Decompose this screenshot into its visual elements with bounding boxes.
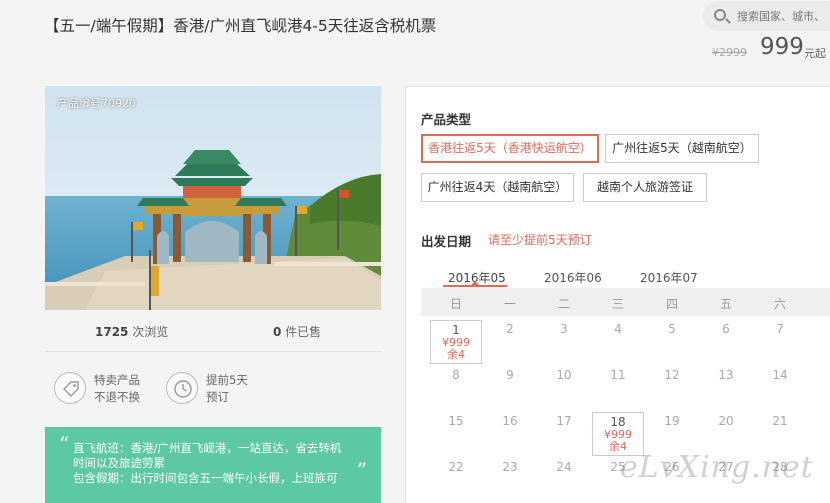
clock-icon — [166, 372, 198, 404]
current-price: 999 — [760, 34, 804, 60]
calendar-day: 4 — [614, 322, 622, 336]
option-gz-4day[interactable]: 广州往返4天（越南航空） — [421, 173, 574, 202]
option-hk-5day[interactable]: 香港往返5天（香港快运航空） — [421, 134, 599, 163]
quote-close-icon: ” — [356, 458, 367, 482]
day-stock: 余4 — [447, 348, 465, 361]
temple-gate-illustration — [45, 86, 381, 310]
option-visa[interactable]: 越南个人旅游签证 — [583, 173, 707, 202]
tag-icon — [54, 372, 86, 404]
search-input[interactable]: 搜索国家、城市、 — [737, 8, 825, 24]
calendar-day: 6 — [722, 322, 730, 336]
view-count-label: 次浏览 — [128, 325, 169, 339]
stats-bar: 1725 次浏览 0 件已售 — [45, 310, 381, 352]
active-month-underline — [443, 285, 507, 287]
calendar-day: 10 — [556, 368, 572, 382]
month-tab-2016-07[interactable]: 2016年07 — [640, 269, 698, 286]
product-summary: 产品编号70920 1725 次浏览 0 件已售 特卖产品 不退不换 提前5天 … — [45, 86, 381, 503]
calendar-day: 3 — [560, 322, 568, 336]
sold-count-label: 件已售 — [281, 325, 322, 339]
weekday-sun: 日 — [449, 297, 462, 311]
feature-line: 特卖产品 — [94, 373, 140, 387]
original-price: ¥2999 — [712, 46, 747, 59]
weekday-fri: 五 — [719, 297, 732, 311]
quote-line: 时间以及旅途劳累 — [73, 456, 165, 470]
calendar-day: 16 — [502, 414, 518, 428]
feature-line: 不退不换 — [94, 390, 140, 404]
weekday-mon: 一 — [503, 297, 516, 311]
calendar-day: 21 — [772, 414, 788, 428]
calendar-day: 22 — [448, 460, 464, 474]
highlight-quote: “ 直飞航班：香港/广州直飞岘港，一站直达，省去转机 时间以及旅途劳累 包含假期… — [45, 427, 381, 503]
calendar-day: 24 — [556, 460, 572, 474]
weekday-thu: 四 — [665, 297, 678, 311]
calendar-day: 20 — [718, 414, 734, 428]
calendar-day: 7 — [776, 322, 784, 336]
calendar-day: 8 — [452, 368, 460, 382]
weekday-tue: 二 — [557, 297, 570, 311]
quote-line: 直飞航班：香港/广州直飞岘港，一站直达，省去转机 — [73, 441, 342, 455]
calendar-weekday-header: 日 一 二 三 四 五 六 — [421, 288, 830, 316]
month-tab-2016-06[interactable]: 2016年06 — [544, 269, 602, 286]
calendar-day-available[interactable]: 1 ¥999 余4 — [430, 320, 482, 364]
option-gz-5day[interactable]: 广州往返5天（越南航空） — [605, 134, 759, 163]
caret-up-icon — [471, 281, 479, 285]
calendar-day: 15 — [448, 414, 464, 428]
calendar-day: 23 — [502, 460, 518, 474]
quote-line: 包含假期：出行时间包含五一端午小长假，上班族可 — [73, 471, 338, 485]
site-watermark: eLvXing.net — [620, 450, 814, 485]
search-box[interactable]: 搜索国家、城市、 — [703, 1, 830, 31]
weekday-wed: 三 — [611, 297, 624, 311]
view-count: 1725 次浏览 — [95, 323, 168, 340]
departure-date-label: 出发日期 — [421, 234, 472, 249]
booking-hint: 请至少提前5天预订 — [488, 233, 592, 247]
feature-line: 预订 — [206, 390, 229, 404]
calendar-day: 9 — [506, 368, 514, 382]
calendar-day: 17 — [556, 414, 572, 428]
product-type-label: 产品类型 — [421, 112, 472, 127]
search-icon — [714, 9, 726, 21]
page-title: 【五一/端午假期】香港/广州直飞岘港4-5天往返含税机票 — [44, 17, 437, 35]
product-number: 产品编号70920 — [57, 97, 136, 110]
calendar-day: 13 — [718, 368, 734, 382]
view-count-value: 1725 — [95, 325, 129, 339]
feature-line: 提前5天 — [206, 373, 248, 387]
calendar-day: 19 — [664, 414, 680, 428]
calendar-day: 12 — [664, 368, 680, 382]
calendar-day: 14 — [772, 368, 788, 382]
sold-count: 0 件已售 — [273, 323, 321, 340]
calendar-day: 2 — [506, 322, 514, 336]
calendar-day: 5 — [668, 322, 676, 336]
price-unit: 元起 — [804, 47, 826, 60]
quote-open-icon: “ — [59, 432, 70, 456]
weekday-sat: 六 — [773, 297, 786, 311]
product-photo: 产品编号70920 — [45, 86, 381, 310]
booking-panel: 产品类型 香港往返5天（香港快运航空） 广州往返5天（越南航空） 广州往返4天（… — [405, 86, 830, 503]
calendar-day: 11 — [610, 368, 626, 382]
